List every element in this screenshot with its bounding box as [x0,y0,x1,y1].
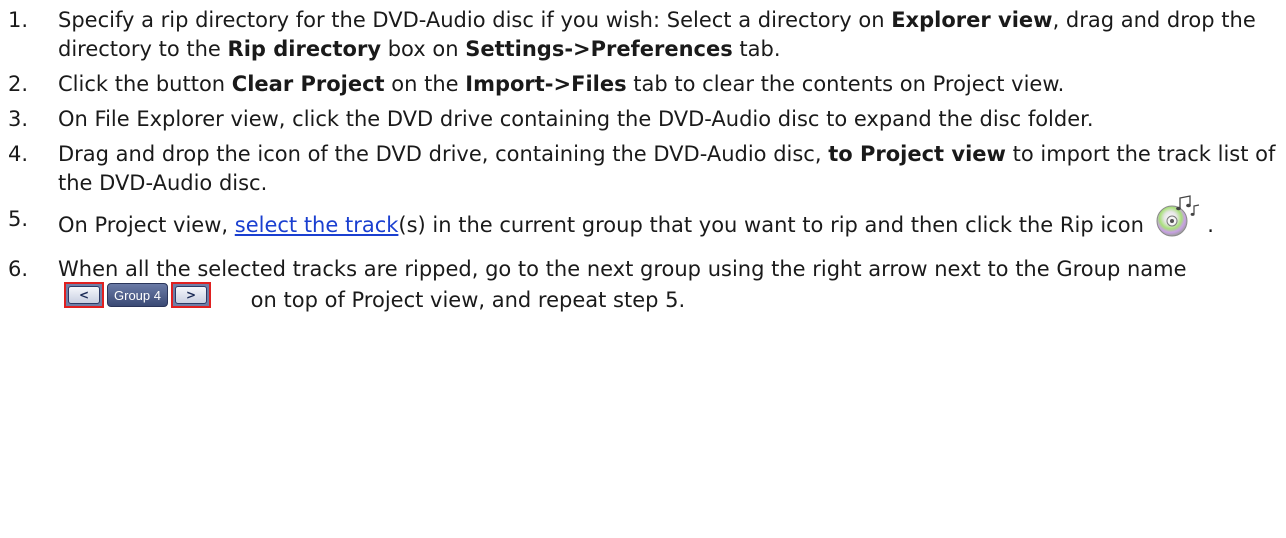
steps-list: 1. Specify a rip directory for the DVD-A… [0,6,1286,316]
step-2: 2. Click the button Clear Project on the… [0,70,1286,99]
step-text: Drag and drop the icon of the DVD drive,… [58,142,829,166]
select-track-link[interactable]: select the track [235,213,399,237]
step-number: 5. [8,207,29,231]
step-number: 4. [8,142,29,166]
step-text: Specify a rip directory for the DVD-Audi… [58,8,892,32]
term-clear-project: Clear Project [231,72,385,96]
group-name-label: Group 4 [107,283,168,307]
step-5: 5. On Project view, select the track(s) … [0,195,1286,248]
step-text: on the [384,72,466,96]
step-number: 2. [8,72,29,96]
step-6: 6. When all the selected tracks are ripp… [0,254,1286,316]
step-text: On File Explorer view, click the DVD dri… [58,107,1094,131]
step-text: tab to clear the contents on Project vie… [626,72,1065,96]
step-number: 6. [8,257,29,281]
group-navigator: < Group 4 > [64,282,211,308]
step-text: on top of Project view, and repeat step … [250,288,686,312]
step-3: 3. On File Explorer view, click the DVD … [0,105,1286,134]
step-text: On Project view, [58,213,235,237]
step-1: 1. Specify a rip directory for the DVD-A… [0,6,1286,64]
term-explorer-view: Explorer view [891,8,1053,32]
next-group-button[interactable]: > [170,282,211,308]
prev-group-button[interactable]: < [64,282,104,308]
step-text: box on [381,37,466,61]
term-import-files: Import->Files [465,72,627,96]
step-number: 3. [8,107,29,131]
step-4: 4. Drag and drop the icon of the DVD dri… [0,140,1286,198]
step-number: 1. [8,8,29,32]
term-rip-directory: Rip directory [227,37,382,61]
next-group-label: > [174,286,207,304]
term-to-project-view: to Project view [828,142,1006,166]
step-text: tab. [732,37,781,61]
term-settings-preferences: Settings->Preferences [465,37,733,61]
step-text: . [1207,213,1214,237]
prev-group-label: < [68,286,100,304]
step-text: When all the selected tracks are ripped,… [58,257,1187,281]
step-text: Click the button [58,72,232,96]
rip-cd-music-icon[interactable] [1153,194,1201,238]
step-text: (s) in the current group that you want t… [398,213,1144,237]
